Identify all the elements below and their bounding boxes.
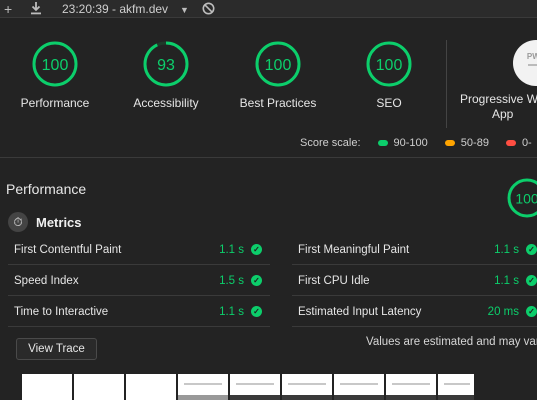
plus-icon[interactable]: + xyxy=(4,2,12,16)
gauge-ring: 100 xyxy=(507,178,537,218)
estimate-note: Values are estimated and may vary xyxy=(366,336,537,348)
average-dot-icon xyxy=(444,140,455,146)
metric-value-text: 1.1 s xyxy=(494,274,519,287)
filmstrip-frame xyxy=(230,374,280,400)
gauge-score: 93 xyxy=(157,57,175,74)
metric-value: 1.1 s ✓ xyxy=(219,306,262,318)
metric-value-text: 1.1 s xyxy=(219,305,244,318)
performance-title: Performance xyxy=(6,181,87,197)
check-icon: ✓ xyxy=(251,275,262,286)
metric-name: Estimated Input Latency xyxy=(298,305,422,318)
fail-dot-icon xyxy=(505,140,516,146)
filmstrip-frame xyxy=(386,374,436,400)
metric-name: Speed Index xyxy=(14,274,79,287)
score-range: 90-100 xyxy=(393,137,428,149)
metrics-header: ⏱ Metrics xyxy=(8,212,82,232)
gauge-accessibility[interactable]: 93 Accessibility xyxy=(106,40,226,110)
filmstrip xyxy=(22,374,474,400)
score-range: 0- xyxy=(521,137,532,149)
gauge-ring: 93 xyxy=(143,41,189,87)
gauge-divider xyxy=(446,40,447,128)
metric-value: 1.1 s ✓ xyxy=(219,244,262,256)
pwa-badge-icon: PWA xyxy=(513,40,537,86)
filmstrip-frame xyxy=(282,374,332,400)
score-range: 50-89 xyxy=(460,137,489,149)
pwa-badge-text: PWA xyxy=(526,52,537,61)
section-divider xyxy=(0,157,537,158)
gauge-label: Accessibility xyxy=(133,96,199,110)
gauge-score: 100 xyxy=(265,57,292,74)
gauge-label: Performance xyxy=(20,96,90,110)
filmstrip-frame xyxy=(126,374,176,400)
gauge-label: Best Practices xyxy=(239,96,317,110)
metric-value-text: 1.1 s xyxy=(494,243,519,256)
toolbar: + 23:20:39 - akfm.dev ▼ xyxy=(0,0,537,18)
metric-speed-index: Speed Index 1.5 s ✓ xyxy=(8,266,270,296)
pwa-label: Progressive We App xyxy=(460,92,537,122)
gauge-performance[interactable]: 100 Performance xyxy=(0,40,115,110)
metric-name: First Contentful Paint xyxy=(14,243,122,256)
metric-first-meaningful-paint: First Meaningful Paint 1.1 s ✓ xyxy=(292,235,537,265)
report-title[interactable]: 23:20:39 - akfm.dev xyxy=(62,2,168,16)
check-icon: ✓ xyxy=(526,306,537,317)
score-scale: Score scale: 90-100 50-89 0- xyxy=(300,137,532,149)
gauge-ring: 100 xyxy=(255,41,301,87)
score-scale-label: Score scale: xyxy=(300,137,361,149)
performance-gauge[interactable]: 100 xyxy=(506,177,537,224)
metric-first-contentful-paint: First Contentful Paint 1.1 s ✓ xyxy=(8,235,270,265)
metrics-title: Metrics xyxy=(36,214,82,230)
metric-value-text: 1.5 s xyxy=(219,274,244,287)
pwa-badge-dash xyxy=(528,64,537,66)
metric-value: 20 ms ✓ xyxy=(488,306,537,318)
pwa-label-line2: App xyxy=(492,107,514,121)
filmstrip-frame xyxy=(22,374,72,400)
stopwatch-icon: ⏱ xyxy=(8,212,28,232)
metric-value-text: 20 ms xyxy=(487,305,519,318)
gauge-score: 100 xyxy=(376,57,403,74)
category-gauges: 100 Performance 93 Accessibility 100 Bes… xyxy=(0,26,537,136)
metric-name: First CPU Idle xyxy=(298,274,370,287)
gauge-score: 100 xyxy=(515,191,537,207)
gauge-seo[interactable]: 100 SEO xyxy=(329,40,449,110)
gauge-pwa[interactable]: PWA Progressive We App xyxy=(460,40,537,122)
pass-dot-icon xyxy=(377,140,388,146)
score-scale-fail: 0- xyxy=(505,137,532,149)
metric-value: 1.1 s ✓ xyxy=(494,244,537,256)
gauge-ring: 100 xyxy=(366,41,412,87)
score-scale-pass: 90-100 xyxy=(377,137,428,149)
score-scale-average: 50-89 xyxy=(444,137,489,149)
filmstrip-frame xyxy=(438,374,474,400)
filmstrip-frame xyxy=(334,374,384,400)
gauge-score: 100 xyxy=(42,57,69,74)
metric-value: 1.1 s ✓ xyxy=(494,275,537,287)
check-icon: ✓ xyxy=(251,244,262,255)
check-icon: ✓ xyxy=(251,306,262,317)
metric-estimated-input-latency: Estimated Input Latency 20 ms ✓ xyxy=(292,297,537,327)
gauge-label: SEO xyxy=(376,96,402,110)
filmstrip-frame xyxy=(178,374,228,400)
metric-first-cpu-idle: First CPU Idle 1.1 s ✓ xyxy=(292,266,537,296)
check-icon: ✓ xyxy=(526,275,537,286)
filmstrip-frame xyxy=(74,374,124,400)
metric-name: First Meaningful Paint xyxy=(298,243,410,256)
metric-time-to-interactive: Time to Interactive 1.1 s ✓ xyxy=(8,297,270,327)
metric-value-text: 1.1 s xyxy=(219,243,244,256)
metric-name: Time to Interactive xyxy=(14,305,109,318)
gauge-best-practices[interactable]: 100 Best Practices xyxy=(218,40,338,110)
download-icon[interactable] xyxy=(30,1,42,15)
caret-down-icon[interactable]: ▼ xyxy=(180,3,189,17)
pwa-label-line1: Progressive We xyxy=(460,92,537,106)
metric-value: 1.5 s ✓ xyxy=(219,275,262,287)
view-trace-button[interactable]: View Trace xyxy=(16,338,97,360)
block-icon[interactable] xyxy=(202,2,215,15)
gauge-ring: 100 xyxy=(32,41,78,87)
check-icon: ✓ xyxy=(526,244,537,255)
